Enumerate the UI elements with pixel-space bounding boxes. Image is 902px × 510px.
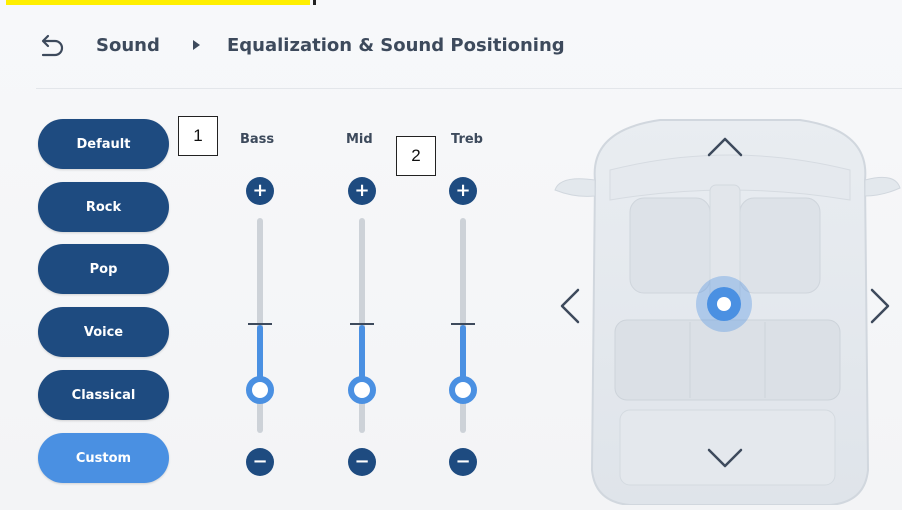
page-title: Equalization & Sound Positioning: [227, 35, 565, 56]
treb-slider-knob[interactable]: [449, 376, 477, 404]
mid-minus-button[interactable]: −: [348, 448, 376, 476]
callout-1: 1: [178, 116, 218, 156]
header: Sound Equalization & Sound Positioning: [0, 18, 902, 78]
highlight-strip: [6, 0, 316, 5]
band-label-bass: Bass: [240, 132, 275, 147]
preset-rock-button[interactable]: Rock: [38, 182, 169, 232]
callout-2: 2: [396, 136, 436, 176]
breadcrumb-sound[interactable]: Sound: [96, 35, 160, 56]
mid-plus-button[interactable]: +: [348, 177, 376, 205]
chevron-right-icon[interactable]: [868, 286, 892, 326]
plus-icon: +: [354, 180, 370, 201]
minus-icon: −: [354, 451, 370, 472]
mid-slider-knob[interactable]: [348, 376, 376, 404]
header-divider: [36, 88, 902, 89]
band-label-treb: Treb: [451, 132, 483, 147]
chevron-down-icon[interactable]: [705, 446, 745, 470]
bass-minus-button[interactable]: −: [246, 448, 274, 476]
preset-default-button[interactable]: Default: [38, 119, 169, 169]
bass-slider-knob[interactable]: [246, 376, 274, 404]
treb-minus-button[interactable]: −: [449, 448, 477, 476]
preset-classical-button[interactable]: Classical: [38, 370, 169, 420]
mid-center-tick: [350, 323, 374, 325]
eq-screen: Sound Equalization & Sound Positioning D…: [0, 0, 902, 510]
treb-center-tick: [451, 323, 475, 325]
treb-plus-button[interactable]: +: [449, 177, 477, 205]
band-label-mid: Mid: [346, 132, 373, 147]
bass-center-tick: [248, 323, 272, 325]
back-arrow-icon[interactable]: [36, 32, 66, 62]
preset-pop-button[interactable]: Pop: [38, 244, 169, 294]
minus-icon: −: [252, 451, 268, 472]
preset-voice-button[interactable]: Voice: [38, 307, 169, 357]
plus-icon: +: [252, 180, 268, 201]
triangle-right-icon: [193, 40, 200, 50]
preset-custom-button[interactable]: Custom: [38, 433, 169, 483]
sound-position-marker-icon[interactable]: [696, 276, 752, 332]
bass-plus-button[interactable]: +: [246, 177, 274, 205]
minus-icon: −: [455, 451, 471, 472]
chevron-left-icon[interactable]: [558, 286, 582, 326]
chevron-up-icon[interactable]: [705, 135, 745, 159]
plus-icon: +: [455, 180, 471, 201]
